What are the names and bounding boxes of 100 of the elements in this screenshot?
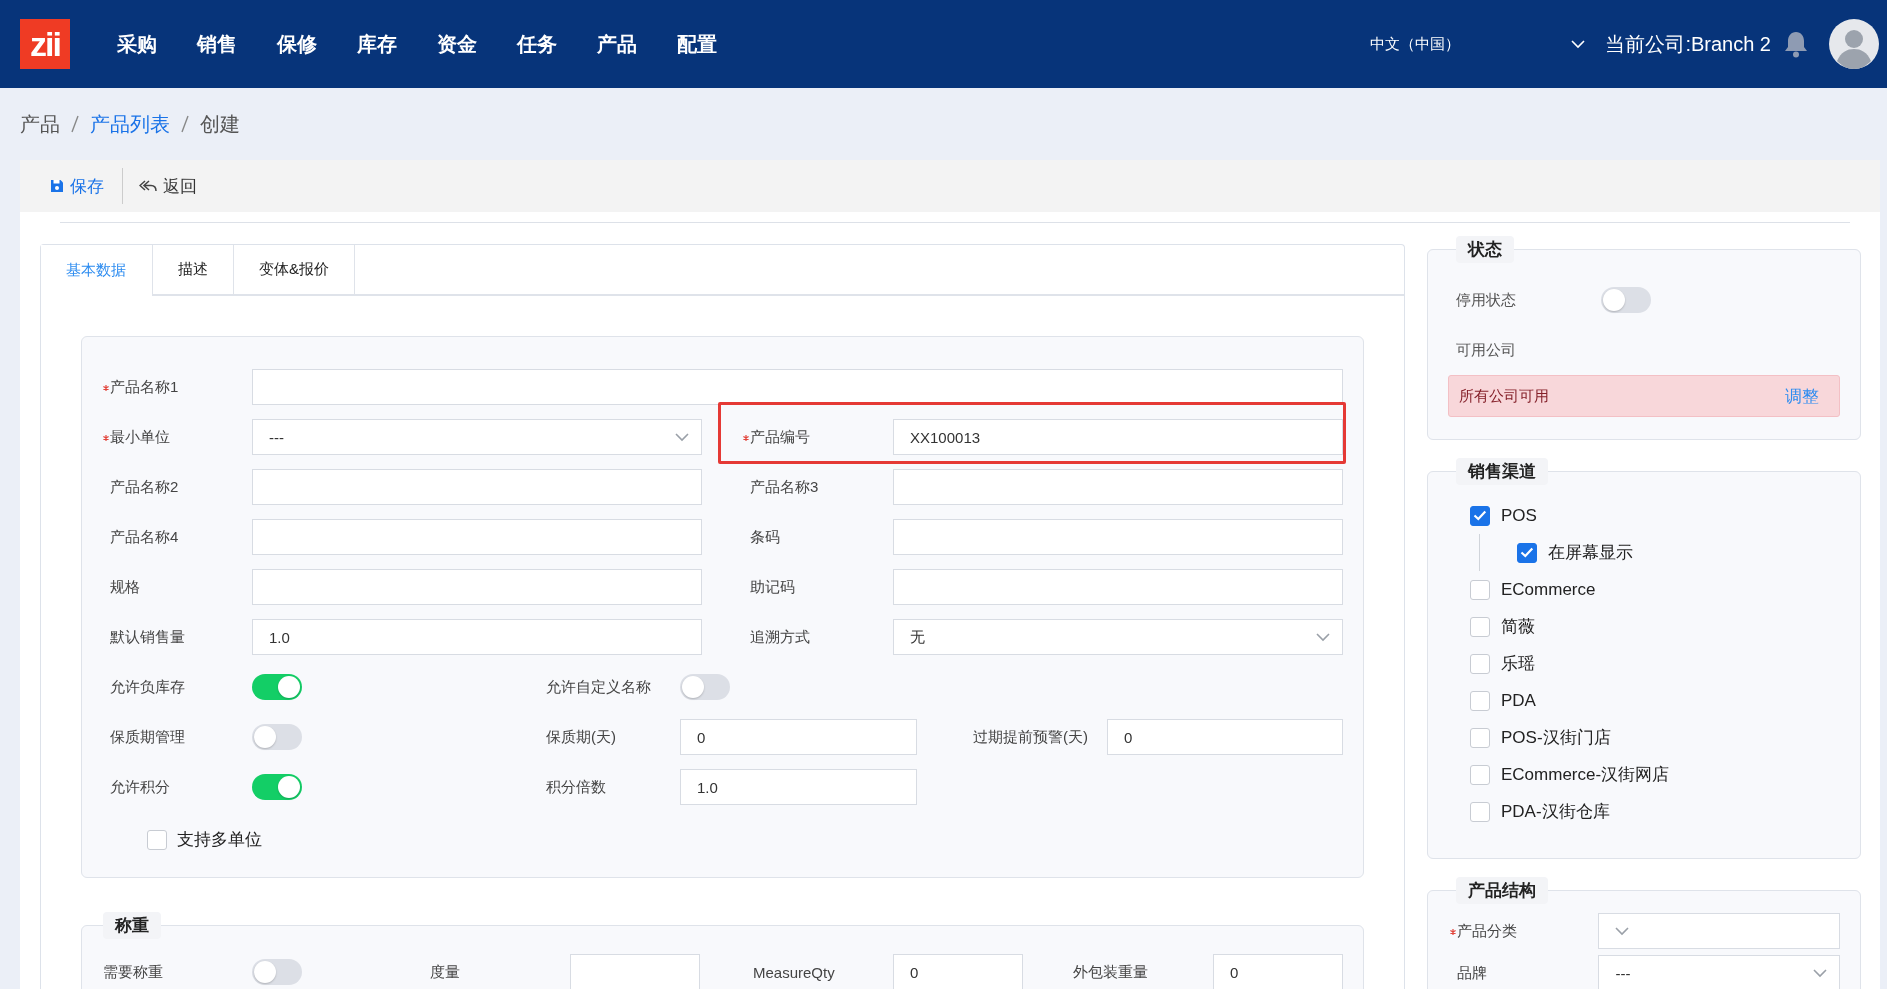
checkbox[interactable] xyxy=(1470,690,1490,711)
field-label: MeasureQty xyxy=(753,963,836,981)
input-field[interactable] xyxy=(252,519,702,555)
checkbox[interactable] xyxy=(1470,801,1490,822)
section-title: 销售渠道 xyxy=(1456,458,1548,485)
input-field[interactable]: 0 xyxy=(1107,719,1343,755)
checkbox-label: POS-汉街门店 xyxy=(1501,727,1611,749)
back-button[interactable]: 返回 xyxy=(133,170,203,202)
chevron-down-icon xyxy=(1316,632,1330,642)
checkbox-label: ECommerce xyxy=(1501,579,1596,600)
toggle-switch[interactable] xyxy=(1601,287,1651,313)
select-field[interactable]: 无 xyxy=(893,619,1343,655)
section-title: 称重 xyxy=(103,912,161,939)
input-field[interactable] xyxy=(893,469,1343,505)
nav-link[interactable]: 任务 xyxy=(517,30,557,58)
checkbox-label: 支持多单位 xyxy=(177,829,262,851)
field-label: 可用公司 xyxy=(1456,340,1517,360)
input-field[interactable] xyxy=(570,954,700,989)
field-label: 停用状态 xyxy=(1456,290,1517,310)
tab[interactable]: 变体&报价 xyxy=(234,245,355,294)
input-field[interactable]: 0 xyxy=(893,954,1023,989)
checkbox-label: 简薇 xyxy=(1501,616,1535,638)
toggle-switch[interactable] xyxy=(252,724,302,750)
checkbox[interactable] xyxy=(1470,764,1490,785)
field-label: 产品分类 xyxy=(1457,921,1518,941)
chevron-down-icon xyxy=(1615,926,1630,936)
checkbox[interactable] xyxy=(147,829,167,850)
checkbox-label: ECommerce-汉街网店 xyxy=(1501,764,1670,786)
checkbox[interactable] xyxy=(1517,542,1537,563)
input-field[interactable]: 0 xyxy=(680,719,917,755)
field-label: 规格 xyxy=(110,577,141,597)
nav-link[interactable]: 资金 xyxy=(437,30,477,58)
bell-icon xyxy=(1783,30,1809,58)
double-back-arrow-icon xyxy=(139,179,157,193)
field-label: 产品名称1 xyxy=(110,377,180,397)
breadcrumb-link[interactable]: 产品列表 xyxy=(90,110,170,138)
checkbox[interactable] xyxy=(1470,727,1490,748)
language-select[interactable]: 中文（中国） xyxy=(1370,34,1586,54)
field-label: 积分倍数 xyxy=(546,777,607,797)
input-field[interactable]: 1.0 xyxy=(680,769,917,805)
chevron-down-icon xyxy=(675,432,689,442)
nav-link[interactable]: 产品 xyxy=(597,30,637,58)
input-field[interactable]: 1.0 xyxy=(252,619,702,655)
logo[interactable]: zii xyxy=(20,19,70,69)
chevron-down-icon xyxy=(1813,968,1827,978)
field-label: 度量 xyxy=(430,962,461,982)
field-label: 追溯方式 xyxy=(750,627,811,647)
avatar-icon xyxy=(1829,19,1879,69)
tab[interactable]: 基本数据 xyxy=(41,245,153,296)
nav-link[interactable]: 配置 xyxy=(677,30,717,58)
input-field[interactable] xyxy=(252,469,702,505)
field-label: 品牌 xyxy=(1457,963,1488,983)
toggle-switch[interactable] xyxy=(252,774,302,800)
field-label: 产品名称3 xyxy=(750,477,820,497)
select-field[interactable]: --- xyxy=(1598,955,1840,989)
nav-link[interactable]: 库存 xyxy=(357,30,397,58)
field-label: 允许自定义名称 xyxy=(546,677,652,697)
checkbox-label: 在屏幕显示 xyxy=(1548,542,1633,564)
input-field[interactable] xyxy=(893,519,1343,555)
input-field[interactable]: XX100013 xyxy=(893,419,1343,455)
checkmark-icon xyxy=(1473,510,1487,521)
checkmark-icon xyxy=(1520,547,1534,558)
checkbox-label: PDA xyxy=(1501,690,1536,711)
field-label: 默认销售量 xyxy=(110,627,186,647)
nav-link[interactable]: 销售 xyxy=(197,30,237,58)
checkbox[interactable] xyxy=(1470,579,1490,600)
input-field[interactable] xyxy=(893,569,1343,605)
select-field[interactable] xyxy=(1598,913,1840,949)
toggle-switch[interactable] xyxy=(680,674,730,700)
input-field[interactable]: 0 xyxy=(1213,954,1343,989)
field-label: 产品编号 xyxy=(750,427,811,447)
select-field[interactable]: --- xyxy=(252,419,702,455)
nav-link[interactable]: 保修 xyxy=(277,30,317,58)
company-label: 当前公司:Branch 2 xyxy=(1605,31,1771,57)
field-label: 允许负库存 xyxy=(110,677,186,697)
field-label: 过期提前预警(天) xyxy=(973,727,1089,747)
section-title: 产品结构 xyxy=(1456,877,1548,904)
section-title: 状态 xyxy=(1456,236,1514,263)
field-label: 需要称重 xyxy=(103,962,164,982)
nav-link[interactable]: 采购 xyxy=(117,30,157,58)
checkbox[interactable] xyxy=(1470,616,1490,637)
checkbox[interactable] xyxy=(1470,653,1490,674)
breadcrumb-item: 创建 xyxy=(200,111,240,137)
save-button[interactable]: 保存 xyxy=(44,170,110,202)
checkbox-label: POS xyxy=(1501,505,1537,526)
field-label: 助记码 xyxy=(750,577,796,597)
slash-icon xyxy=(70,115,80,133)
field-label: 产品名称4 xyxy=(110,527,180,547)
checkbox-label: PDA-汉街仓库 xyxy=(1501,801,1610,823)
field-label: 产品名称2 xyxy=(110,477,180,497)
input-field[interactable] xyxy=(252,369,1343,405)
field-label: 条码 xyxy=(750,527,781,547)
tab[interactable]: 描述 xyxy=(153,245,234,294)
breadcrumb-item: 产品 xyxy=(20,111,60,137)
field-label: 保质期(天) xyxy=(546,727,617,747)
input-field[interactable] xyxy=(252,569,702,605)
checkbox[interactable] xyxy=(1470,505,1490,526)
toggle-switch[interactable] xyxy=(252,674,302,700)
toggle-switch[interactable] xyxy=(252,959,302,985)
alert-text: 所有公司可用 xyxy=(1459,386,1549,406)
